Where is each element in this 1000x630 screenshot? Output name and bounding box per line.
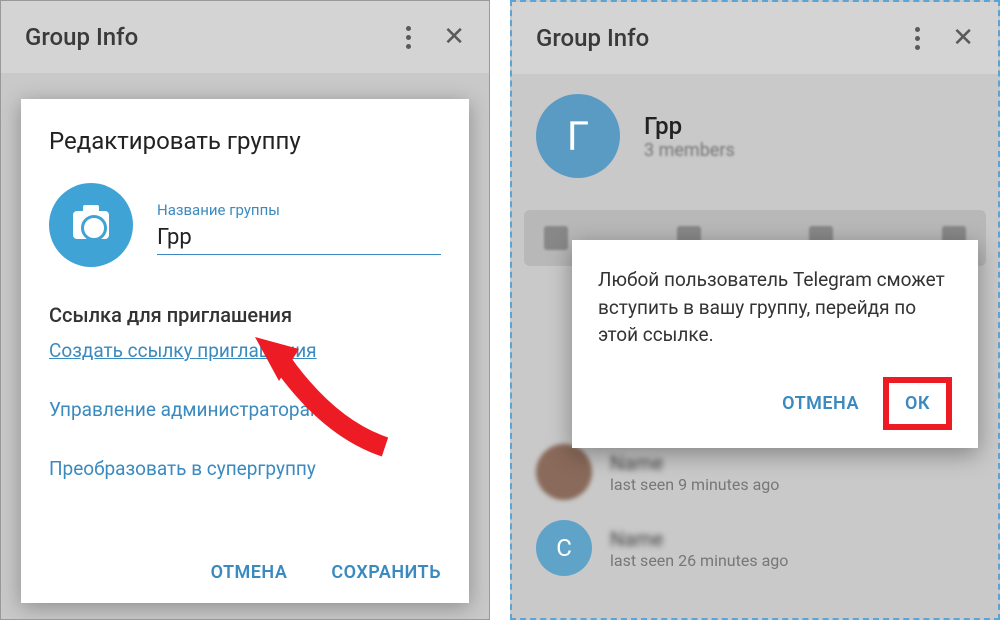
group-name: Грр <box>644 112 735 140</box>
more-icon[interactable] <box>406 26 411 49</box>
header-bar: Group Info ✕ <box>512 2 998 74</box>
left-screenshot: Group Info ✕ Редактировать группу Назван… <box>0 0 490 620</box>
field-label: Название группы <box>157 201 441 219</box>
group-header: Г Грр 3 members <box>512 74 998 190</box>
dialog-title: Редактировать группу <box>49 127 441 155</box>
group-info: Грр 3 members <box>644 112 735 161</box>
invite-section-title: Ссылка для приглашения <box>49 303 441 327</box>
manage-admins-link[interactable]: Управление администраторам <box>49 398 441 421</box>
group-name-field[interactable]: Название группы <box>157 195 441 255</box>
member-name: Name <box>610 527 788 551</box>
dialog-actions: ОТМЕНА СОХРАНИТЬ <box>49 562 441 583</box>
member-avatar <box>536 444 592 500</box>
member-info: Name last seen 26 minutes ago <box>610 527 788 570</box>
member-avatar: С <box>536 520 592 576</box>
member-info: Name last seen 9 minutes ago <box>610 451 779 494</box>
convert-supergroup-link[interactable]: Преобразовать в супергруппу <box>49 457 441 480</box>
right-screenshot: Group Info ✕ Г Грр 3 members Name last s… <box>510 0 1000 620</box>
action-icon[interactable] <box>544 226 568 250</box>
header-bar: Group Info ✕ <box>1 1 489 73</box>
header-actions: ✕ <box>406 24 465 50</box>
page-title: Group Info <box>25 23 406 51</box>
cancel-button[interactable]: ОТМЕНА <box>211 562 288 583</box>
save-button[interactable]: СОХРАНИТЬ <box>331 562 441 583</box>
ok-button[interactable]: ОК <box>883 377 952 430</box>
member-status: last seen 26 minutes ago <box>610 551 788 570</box>
create-invite-link[interactable]: Создать ссылку приглашения <box>49 339 441 362</box>
confirm-dialog: Любой пользователь Telegram сможет вступ… <box>572 240 978 448</box>
more-icon[interactable] <box>915 27 920 50</box>
member-name: Name <box>610 451 779 475</box>
close-icon[interactable]: ✕ <box>443 24 465 50</box>
member-status: last seen 9 minutes ago <box>610 475 779 494</box>
list-item[interactable]: С Name last seen 26 minutes ago <box>512 510 998 586</box>
cancel-button[interactable]: ОТМЕНА <box>782 393 859 414</box>
dialog-message: Любой пользователь Telegram сможет вступ… <box>598 266 952 349</box>
group-avatar[interactable]: Г <box>536 94 620 178</box>
member-count: 3 members <box>644 140 735 161</box>
dialog-actions: ОТМЕНА ОК <box>598 377 952 430</box>
camera-icon <box>73 211 109 239</box>
header-actions: ✕ <box>915 25 974 51</box>
edit-group-dialog: Редактировать группу Название группы Ссы… <box>21 99 469 603</box>
close-icon[interactable]: ✕ <box>952 25 974 51</box>
page-title: Group Info <box>536 24 915 52</box>
group-name-input[interactable] <box>157 223 441 255</box>
name-edit-row: Название группы <box>49 183 441 267</box>
set-photo-button[interactable] <box>49 183 133 267</box>
